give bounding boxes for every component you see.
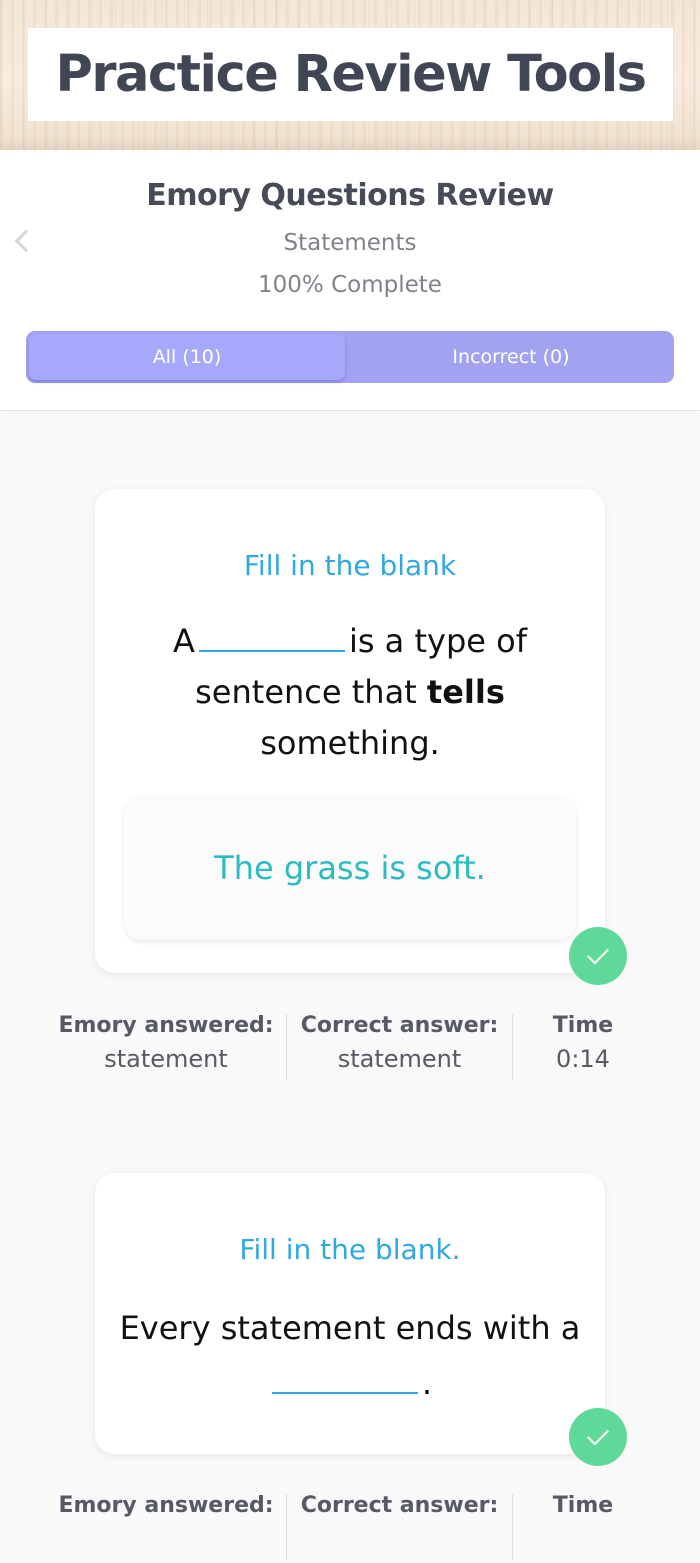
progress-label: 100% Complete xyxy=(258,272,442,298)
question-text: Ais a type of sentence that tells someth… xyxy=(145,616,555,769)
stat-time-label: Time xyxy=(552,1013,614,1038)
stat-time-label: Time xyxy=(552,1493,614,1518)
question-text-before: A xyxy=(173,622,195,660)
stat-answered-value: statement xyxy=(104,1045,228,1073)
stat-correct-label: Correct answer: xyxy=(300,1493,499,1518)
tab-all[interactable]: All (10) xyxy=(29,334,345,380)
stat-correct: Correct answer: xyxy=(287,1493,512,1518)
stat-answered-label: Emory answered: xyxy=(58,1493,274,1518)
stat-answered-label: Emory answered: xyxy=(58,1013,274,1038)
example-sentence: The grass is soft. xyxy=(124,796,576,940)
stat-time-value: 0:14 xyxy=(556,1045,610,1073)
review-header: Emory Questions Review Statements 100% C… xyxy=(0,150,700,411)
answer-stats: Emory answered: Correct answer: Time xyxy=(0,1493,700,1563)
stat-time: Time xyxy=(512,1493,654,1518)
question-text-end: something. xyxy=(260,724,440,762)
question-card: Fill in the blank. Every statement ends … xyxy=(95,1173,605,1454)
question-text-bold: tells xyxy=(426,673,505,711)
question-text-end: . xyxy=(421,1364,433,1402)
stat-answered: Emory answered: statement xyxy=(45,1013,287,1073)
question-card: Fill in the blank Ais a type of sentence… xyxy=(95,489,605,973)
answer-blank xyxy=(198,622,345,652)
answer-blank xyxy=(271,1364,418,1394)
stat-time: Time 0:14 xyxy=(512,1013,654,1073)
stat-correct-value: statement xyxy=(337,1045,462,1073)
answer-stats: Emory answered: statement Correct answer… xyxy=(0,1013,700,1083)
question-text: Every statement ends with a. xyxy=(115,1301,585,1411)
page-subtitle: Statements xyxy=(283,230,417,256)
page-title: Emory Questions Review xyxy=(146,178,554,213)
question-prompt: Fill in the blank xyxy=(243,549,457,582)
banner-title: Practice Review Tools xyxy=(55,45,647,104)
check-icon xyxy=(569,927,627,985)
stat-answered: Emory answered: xyxy=(45,1493,287,1518)
banner: Practice Review Tools xyxy=(0,0,700,150)
banner-title-box: Practice Review Tools xyxy=(28,28,673,121)
tab-incorrect[interactable]: Incorrect (0) xyxy=(348,334,674,380)
filter-segmented-control: All (10) Incorrect (0) xyxy=(26,331,674,383)
stat-correct: Correct answer: statement xyxy=(287,1013,512,1073)
question-text-before: Every statement ends with a xyxy=(119,1309,581,1347)
stat-correct-label: Correct answer: xyxy=(300,1013,499,1038)
check-icon xyxy=(569,1408,627,1466)
question-prompt: Fill in the blank. xyxy=(239,1233,461,1266)
